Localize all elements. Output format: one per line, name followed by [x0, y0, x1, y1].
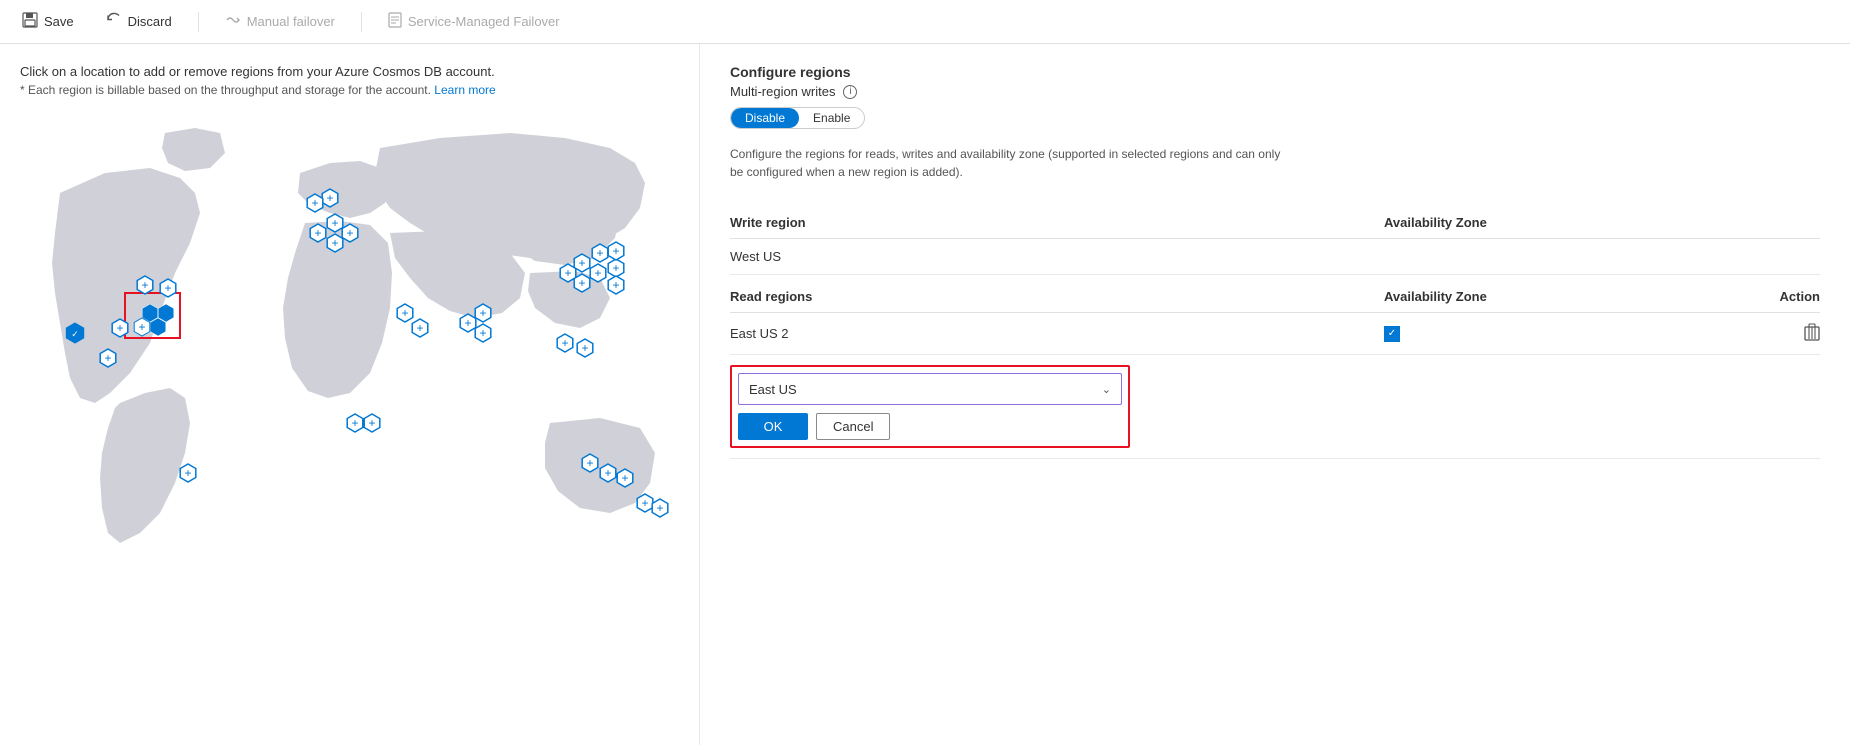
read-region-row-1: East US 2 ✓	[730, 313, 1820, 355]
service-managed-failover-button[interactable]: Service-Managed Failover	[382, 8, 566, 35]
svg-text:+: +	[578, 256, 585, 270]
region-select-dropdown[interactable]: East US ⌄	[738, 373, 1122, 405]
configure-desc: Configure the regions for reads, writes …	[730, 145, 1290, 181]
svg-text:+: +	[604, 466, 611, 480]
delete-region-1-button[interactable]	[1804, 328, 1820, 344]
svg-text:+: +	[479, 306, 486, 320]
cancel-button[interactable]: Cancel	[816, 413, 890, 440]
map-container[interactable]: ✓ +	[20, 113, 680, 633]
action-header-write	[1602, 201, 1820, 239]
svg-text:+: +	[346, 226, 353, 240]
ok-button[interactable]: OK	[738, 413, 808, 440]
chevron-down-icon: ⌄	[1102, 383, 1111, 396]
svg-text:+: +	[351, 416, 358, 430]
save-icon	[22, 12, 38, 31]
write-region-action	[1602, 239, 1820, 275]
add-region-dropdown-container: East US ⌄ OK Cancel	[730, 365, 1130, 448]
info-text: Click on a location to add or remove reg…	[20, 64, 679, 79]
save-button[interactable]: Save	[16, 8, 80, 35]
svg-text:+: +	[331, 216, 338, 230]
read-region-1-value: East US 2	[730, 313, 1384, 355]
learn-more-link[interactable]: Learn more	[434, 83, 495, 97]
svg-text:+: +	[311, 196, 318, 210]
az-header-write: Availability Zone	[1384, 201, 1602, 239]
svg-text:+: +	[116, 321, 123, 335]
write-region-az	[1384, 239, 1602, 275]
svg-text:+: +	[138, 320, 145, 334]
info-sub-prefix: * Each region is billable based on the t…	[20, 83, 431, 97]
svg-text:+: +	[596, 246, 603, 260]
toolbar-separator-1	[198, 12, 199, 32]
add-region-row: East US ⌄ OK Cancel	[730, 355, 1820, 459]
info-sub: * Each region is billable based on the t…	[20, 83, 679, 97]
toolbar-separator-2	[361, 12, 362, 32]
svg-text:+: +	[578, 276, 585, 290]
discard-button[interactable]: Discard	[100, 8, 178, 35]
read-region-1-action	[1602, 313, 1820, 355]
discard-label: Discard	[128, 14, 172, 29]
az-checkbox-1[interactable]: ✓	[1384, 326, 1400, 342]
action-buttons: OK Cancel	[738, 413, 1122, 440]
svg-text:+: +	[612, 244, 619, 258]
svg-text:+: +	[184, 466, 191, 480]
disable-toggle-button[interactable]: Disable	[731, 108, 799, 128]
svg-text:+: +	[331, 236, 338, 250]
read-regions-header: Read regions	[730, 275, 1384, 313]
svg-text:+: +	[561, 336, 568, 350]
svg-text:+: +	[581, 341, 588, 355]
discard-icon	[106, 12, 122, 31]
multi-region-toggle: Disable Enable	[730, 107, 865, 129]
svg-text:+: +	[564, 266, 571, 280]
manual-failover-label: Manual failover	[247, 14, 335, 29]
svg-text:+: +	[612, 278, 619, 292]
enable-toggle-button[interactable]: Enable	[799, 108, 864, 128]
region-select-value: East US	[749, 382, 797, 397]
manual-failover-icon	[225, 12, 241, 31]
svg-text:+: +	[656, 501, 663, 515]
svg-text:+: +	[141, 278, 148, 292]
multi-region-row: Multi-region writes i	[730, 84, 1820, 99]
multi-region-label: Multi-region writes	[730, 84, 835, 99]
svg-text:+: +	[314, 226, 321, 240]
write-region-row: West US	[730, 239, 1820, 275]
svg-text:✓: ✓	[71, 329, 79, 339]
regions-table: Write region Availability Zone West US R…	[730, 201, 1820, 459]
svg-text:+: +	[104, 351, 111, 365]
toolbar: Save Discard Manual failover	[0, 0, 1850, 44]
az-header-read: Availability Zone	[1384, 275, 1602, 313]
world-map[interactable]: ✓ +	[20, 113, 680, 633]
svg-text:+: +	[641, 496, 648, 510]
svg-text:+: +	[586, 456, 593, 470]
svg-text:+: +	[401, 306, 408, 320]
region-west-us[interactable]: ✓	[66, 323, 83, 343]
svg-text:+: +	[594, 266, 601, 280]
save-label: Save	[44, 14, 74, 29]
svg-text:+: +	[164, 281, 171, 295]
service-managed-failover-label: Service-Managed Failover	[408, 14, 560, 29]
left-panel: Click on a location to add or remove reg…	[0, 44, 700, 745]
read-region-1-az: ✓	[1384, 313, 1602, 355]
checkbox-check-icon: ✓	[1388, 328, 1396, 339]
svg-text:+: +	[621, 471, 628, 485]
configure-regions-title: Configure regions	[730, 64, 1820, 80]
write-region-value: West US	[730, 239, 1384, 275]
svg-text:+: +	[416, 321, 423, 335]
multi-region-info-icon[interactable]: i	[843, 85, 857, 99]
svg-text:+: +	[612, 261, 619, 275]
service-managed-failover-icon	[388, 12, 402, 31]
svg-text:+: +	[326, 191, 333, 205]
right-panel: Configure regions Multi-region writes i …	[700, 44, 1850, 745]
action-header-read: Action	[1602, 275, 1820, 313]
svg-text:+: +	[464, 316, 471, 330]
svg-text:+: +	[368, 416, 375, 430]
main-content: Click on a location to add or remove reg…	[0, 44, 1850, 745]
manual-failover-button[interactable]: Manual failover	[219, 8, 341, 35]
write-region-header: Write region	[730, 201, 1384, 239]
svg-text:+: +	[479, 326, 486, 340]
